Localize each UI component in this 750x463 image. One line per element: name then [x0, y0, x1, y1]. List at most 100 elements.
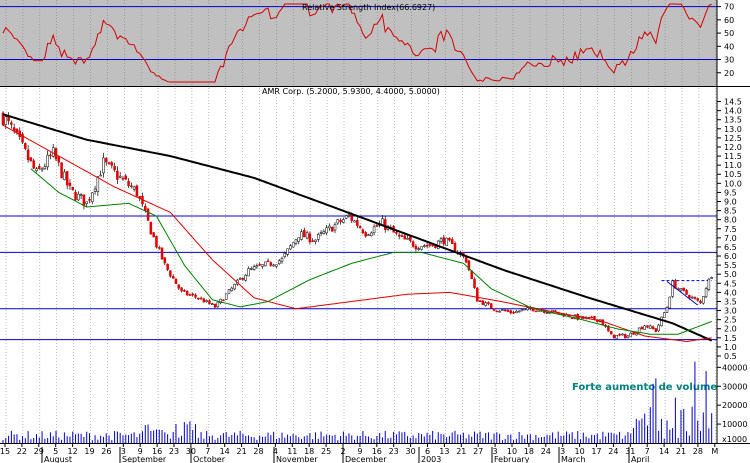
candle-body	[146, 208, 150, 221]
candle-body	[32, 160, 35, 169]
candle-body	[506, 310, 510, 312]
x-day-label: 30	[406, 447, 416, 456]
candle-body	[403, 235, 407, 240]
candle-body	[330, 226, 334, 232]
candle-body	[364, 232, 367, 237]
candle-body	[280, 257, 284, 262]
candle-body	[445, 237, 448, 246]
candle-body	[88, 199, 91, 201]
candle-body	[132, 186, 136, 190]
candle-body	[590, 316, 593, 319]
candle-body	[247, 268, 250, 277]
candle-body	[336, 219, 340, 224]
candle-body	[492, 308, 496, 311]
candle-body	[272, 264, 275, 267]
candle-body	[300, 231, 303, 240]
price-tick-label: 8.0	[724, 216, 737, 225]
candle-body	[191, 293, 194, 296]
candle-body	[149, 221, 153, 235]
candle-body	[166, 263, 169, 270]
x-day-label: 17	[591, 447, 601, 456]
candle-body	[609, 331, 613, 335]
volume-tick-label: x1000	[722, 435, 747, 444]
candle-body	[428, 244, 432, 246]
volume-annotation: Forte aumento de volume	[572, 382, 717, 393]
price-tick-label: 13.0	[724, 125, 742, 134]
x-day-label: 27	[473, 447, 483, 456]
candle-body	[227, 289, 231, 294]
x-day-label: 21	[237, 447, 247, 456]
candle-body	[185, 290, 189, 296]
candle-body	[96, 176, 100, 192]
candle-body	[40, 168, 44, 171]
rsi-tick-label: 30	[724, 56, 734, 65]
candle-body	[26, 149, 30, 161]
candle-body	[305, 232, 309, 239]
price-tick-label: 12.5	[724, 134, 742, 143]
candle-body	[222, 299, 225, 302]
x-day-label: 22	[17, 447, 27, 456]
candle-body	[230, 287, 234, 291]
candle-body	[498, 310, 501, 313]
candle-body	[102, 157, 105, 174]
price-tick-label: 11.5	[724, 152, 742, 161]
x-month-label: February	[494, 455, 530, 463]
price-tick-label: 7.5	[724, 225, 737, 234]
volume-tick-label: 30000	[722, 382, 747, 391]
candle-body	[660, 316, 663, 327]
candle-body	[79, 194, 83, 196]
candle-body	[654, 328, 658, 332]
candle-body	[370, 232, 373, 237]
volume-tick-label: 20000	[722, 401, 747, 410]
rsi-panel: Relative Strength Index(66.6927) 70 60 50 4…	[0, 0, 734, 86]
candle-body	[104, 158, 108, 163]
candle-body	[623, 333, 627, 339]
x-day-label: 25	[321, 447, 331, 456]
price-tick-label: 9.5	[724, 188, 737, 197]
candle-body	[693, 297, 697, 299]
candle-body	[383, 219, 387, 230]
candle-body	[208, 300, 211, 304]
price-tick-label: 1.5	[724, 334, 737, 343]
candle-body	[314, 239, 317, 242]
candle-body	[375, 225, 379, 227]
candle-body	[411, 241, 415, 247]
candle-body	[534, 310, 538, 313]
x-day-label: 23	[169, 447, 179, 456]
price-tick-label: 13.5	[724, 116, 742, 125]
price-tick-label: 7.0	[724, 234, 737, 243]
candle-body	[250, 268, 253, 270]
candle-body	[372, 226, 376, 233]
candle-body	[82, 194, 86, 206]
candle-body	[325, 227, 328, 234]
candle-body	[632, 332, 635, 335]
volume-panel: 40000 30000 20000 10000 x1000	[2, 361, 747, 444]
candle-body	[303, 229, 306, 238]
candle-body	[286, 248, 289, 255]
price-tick-label: 0.5	[724, 352, 737, 361]
candle-body	[63, 171, 66, 180]
candle-body	[545, 312, 549, 314]
moving-average-line	[30, 168, 712, 335]
candle-body	[264, 261, 267, 267]
candle-body	[685, 289, 688, 295]
price-tick-label: 3.0	[724, 307, 737, 316]
candle-body	[453, 243, 457, 253]
candle-body	[171, 276, 175, 279]
candle-body	[71, 186, 74, 190]
candle-body	[244, 274, 247, 281]
volume-tick-label: 40000	[722, 363, 747, 372]
stock-chart: Relative Strength Index(66.6927) 70 60 50 4…	[0, 0, 750, 463]
candle-body	[425, 245, 429, 247]
candle-body	[699, 300, 702, 304]
candle-body	[450, 239, 454, 244]
candle-body	[255, 265, 259, 268]
candle-body	[448, 237, 451, 241]
candle-body	[704, 288, 708, 298]
price-tick-label: 5.5	[724, 261, 737, 270]
candle-body	[322, 231, 326, 234]
candle-body	[194, 294, 197, 298]
candle-body	[679, 287, 683, 291]
candle-body	[121, 177, 125, 180]
candle-body	[397, 234, 401, 237]
